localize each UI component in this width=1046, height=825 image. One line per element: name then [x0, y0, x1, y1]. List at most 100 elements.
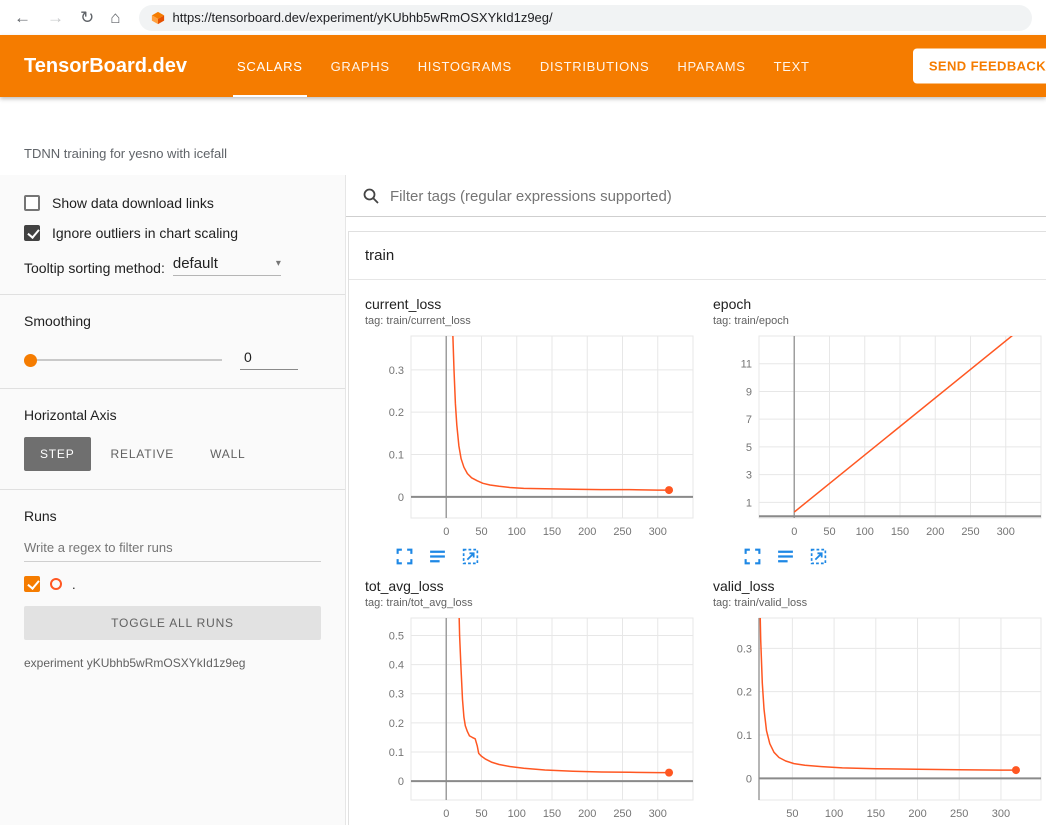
tooltip-sorting-value: default [173, 255, 218, 272]
svg-text:200: 200 [908, 808, 926, 820]
divider [0, 489, 345, 490]
browser-toolbar: ← → ↻ ⌂ https://tensorboard.dev/experime… [0, 0, 1046, 35]
chart-actions [365, 547, 705, 566]
divider [0, 294, 345, 295]
tag-filter-row [346, 175, 1046, 217]
svg-text:50: 50 [786, 808, 798, 820]
runs-filter-input[interactable] [24, 532, 321, 562]
slider-track [24, 359, 222, 361]
toggle-all-runs-button[interactable]: TOGGLE ALL RUNS [24, 606, 321, 640]
svg-text:100: 100 [856, 526, 874, 538]
svg-text:250: 250 [950, 808, 968, 820]
fullscreen-icon[interactable] [395, 547, 414, 566]
chart-title: current_loss [365, 296, 705, 313]
chart-title: valid_loss [713, 578, 1046, 595]
tab-text[interactable]: TEXT [760, 35, 824, 97]
tab-distributions[interactable]: DISTRIBUTIONS [526, 35, 664, 97]
svg-text:0.1: 0.1 [389, 747, 404, 759]
run-color-swatch [50, 578, 62, 590]
tooltip-sorting-select[interactable]: default ▾ [173, 255, 281, 276]
line-chart-valid-loss[interactable]: 5010015020025030000.10.20.3 [713, 612, 1046, 825]
tensorboard-favicon [151, 11, 165, 25]
svg-text:0.2: 0.2 [737, 687, 752, 699]
line-chart-current-loss[interactable]: 05010015020025030000.10.20.3 [365, 330, 705, 544]
smoothing-value-input[interactable]: 0 [240, 349, 298, 370]
svg-text:5: 5 [746, 442, 752, 454]
experiment-id-caption: experiment yKUbhb5wRmOSXYkId1z9eg [24, 656, 321, 670]
svg-text:0: 0 [398, 776, 404, 788]
svg-text:3: 3 [746, 470, 752, 482]
tooltip-sorting-row: Tooltip sorting method: default ▾ [24, 255, 321, 276]
svg-text:50: 50 [475, 526, 487, 538]
line-chart-epoch[interactable]: 0501001502002503001357911 [713, 330, 1046, 544]
wall-axis-button[interactable]: WALL [194, 437, 261, 471]
url-text[interactable]: https://tensorboard.dev/experiment/yKUbh… [173, 10, 553, 25]
svg-text:150: 150 [543, 808, 561, 820]
app-header: TensorBoard.dev SCALARS GRAPHS HISTOGRAM… [0, 35, 1046, 97]
relative-axis-button[interactable]: RELATIVE [95, 437, 191, 471]
svg-text:0.3: 0.3 [737, 643, 752, 655]
chart-tag: tag: train/epoch [713, 314, 1046, 328]
show-download-links-row[interactable]: Show data download links [24, 195, 321, 211]
divider [0, 388, 345, 389]
svg-text:100: 100 [508, 526, 526, 538]
brand-logo[interactable]: TensorBoard.dev [24, 55, 187, 78]
svg-text:100: 100 [825, 808, 843, 820]
svg-text:0.4: 0.4 [389, 660, 404, 672]
tab-scalars[interactable]: SCALARS [223, 35, 317, 97]
send-feedback-button[interactable]: SEND FEEDBACK [913, 49, 1046, 84]
section-title[interactable]: train [349, 232, 1046, 280]
back-icon[interactable]: ← [14, 9, 31, 26]
data-table-icon[interactable] [428, 547, 447, 566]
smoothing-slider[interactable] [24, 353, 222, 367]
svg-text:0: 0 [398, 492, 404, 504]
svg-text:50: 50 [823, 526, 835, 538]
svg-text:0: 0 [791, 526, 797, 538]
data-table-icon[interactable] [776, 547, 795, 566]
run-item[interactable]: . [24, 576, 321, 592]
svg-text:0.2: 0.2 [389, 407, 404, 419]
home-icon[interactable]: ⌂ [110, 9, 120, 26]
fit-domain-icon[interactable] [461, 547, 480, 566]
reload-icon[interactable]: ↻ [80, 9, 94, 26]
tab-histograms[interactable]: HISTOGRAMS [404, 35, 526, 97]
svg-text:300: 300 [649, 526, 667, 538]
checkbox-checked-icon[interactable] [24, 225, 40, 241]
svg-text:150: 150 [891, 526, 909, 538]
svg-text:50: 50 [475, 808, 487, 820]
svg-text:7: 7 [746, 414, 752, 426]
experiment-title: TDNN training for yesno with icefall [24, 146, 227, 161]
svg-text:0: 0 [443, 808, 449, 820]
svg-text:0: 0 [443, 526, 449, 538]
fit-domain-icon[interactable] [809, 547, 828, 566]
svg-text:11: 11 [741, 359, 752, 371]
address-bar[interactable]: https://tensorboard.dev/experiment/yKUbh… [139, 5, 1032, 31]
svg-text:200: 200 [578, 526, 596, 538]
svg-text:0: 0 [746, 773, 752, 785]
chart-title: tot_avg_loss [365, 578, 705, 595]
experiment-bar: TDNN training for yesno with icefall [0, 97, 1046, 175]
fullscreen-icon[interactable] [743, 547, 762, 566]
forward-icon[interactable]: → [47, 9, 64, 26]
svg-text:300: 300 [649, 808, 667, 820]
svg-text:150: 150 [867, 808, 885, 820]
smoothing-row: 0 [24, 349, 321, 370]
svg-text:100: 100 [508, 808, 526, 820]
step-axis-button[interactable]: STEP [24, 437, 91, 471]
slider-thumb[interactable] [24, 354, 37, 367]
ignore-outliers-label: Ignore outliers in chart scaling [52, 225, 238, 241]
svg-text:250: 250 [613, 808, 631, 820]
tag-filter-input[interactable] [390, 188, 1030, 205]
tab-graphs[interactable]: GRAPHS [317, 35, 404, 97]
svg-text:300: 300 [992, 808, 1010, 820]
tab-hparams[interactable]: HPARAMS [663, 35, 759, 97]
nav-tabs: SCALARS GRAPHS HISTOGRAMS DISTRIBUTIONS … [223, 35, 824, 97]
line-chart-tot-avg-loss[interactable]: 05010015020025030000.10.20.30.40.5 [365, 612, 705, 825]
checkbox-unchecked-icon[interactable] [24, 195, 40, 211]
svg-text:250: 250 [613, 526, 631, 538]
svg-text:0.1: 0.1 [389, 450, 404, 462]
horizontal-axis-label: Horizontal Axis [24, 407, 321, 423]
ignore-outliers-row[interactable]: Ignore outliers in chart scaling [24, 225, 321, 241]
runs-label: Runs [24, 508, 321, 524]
run-checkbox-icon[interactable] [24, 576, 40, 592]
